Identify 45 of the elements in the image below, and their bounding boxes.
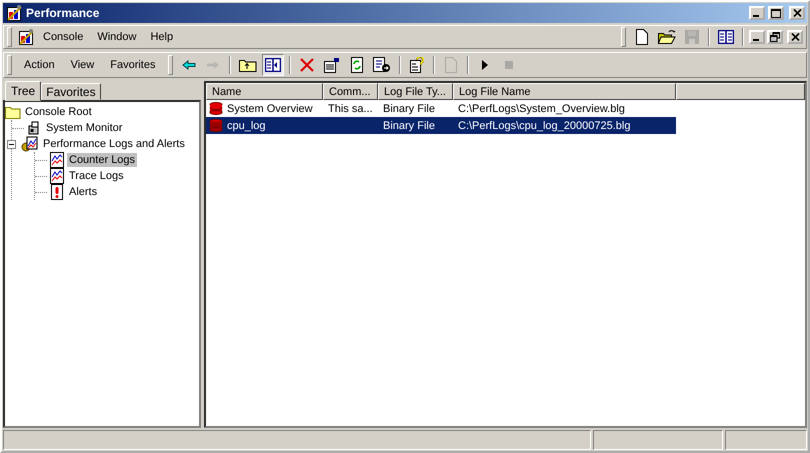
- window-title: Performance: [26, 6, 100, 20]
- column-header[interactable]: Log File Ty...: [378, 83, 453, 100]
- tab[interactable]: Tree: [5, 81, 42, 101]
- menu-item[interactable]: Favorites: [103, 57, 162, 73]
- menu-item[interactable]: View: [64, 57, 102, 73]
- menu-item[interactable]: Console: [37, 29, 90, 45]
- table-cell: This sa...: [327, 102, 374, 116]
- column-header[interactable]: Comm...: [323, 83, 378, 100]
- tree-item[interactable]: Alerts: [67, 185, 100, 199]
- app-icon: [5, 4, 23, 22]
- close-button[interactable]: [789, 6, 805, 20]
- list-item[interactable]: cpu_log: [226, 118, 267, 132]
- table-cell: Binary File: [382, 118, 436, 132]
- table-cell: C:\PerfLogs\System_Overview.blg: [457, 102, 626, 116]
- column-header[interactable]: Log File Name: [453, 83, 676, 100]
- maximize-icon: [771, 8, 781, 18]
- tree-item[interactable]: Counter Logs: [67, 153, 138, 167]
- table-cell: Binary File: [382, 102, 436, 116]
- tree-item[interactable]: System Monitor: [44, 121, 124, 135]
- maximize-button[interactable]: [768, 6, 784, 20]
- chart-log-icon: [49, 152, 65, 168]
- database-icon: [209, 119, 223, 132]
- console-icon: [17, 28, 35, 46]
- restore-button[interactable]: [767, 30, 783, 44]
- restore-icon: [770, 32, 780, 42]
- database-icon: [209, 102, 223, 115]
- table-cell: C:\PerfLogs\cpu_log_20000725.blg: [457, 118, 632, 132]
- minimize-button[interactable]: [749, 6, 765, 20]
- tree-item[interactable]: Trace Logs: [67, 169, 126, 183]
- menu-item[interactable]: Help: [144, 29, 180, 45]
- menu-item[interactable]: Action: [17, 57, 62, 73]
- tab[interactable]: Favorites: [41, 83, 101, 100]
- tree-item[interactable]: Console Root: [23, 105, 94, 119]
- close-icon: [792, 9, 802, 17]
- close-icon: [790, 33, 800, 41]
- menu-item[interactable]: Window: [91, 29, 142, 45]
- chart-log-icon: [49, 168, 65, 184]
- folder-icon: [5, 105, 21, 119]
- column-header[interactable]: Name: [206, 83, 323, 100]
- collapse-toggle[interactable]: [7, 140, 19, 148]
- alert-icon: [49, 184, 65, 200]
- close-button[interactable]: [787, 30, 803, 44]
- list-item[interactable]: System Overview: [226, 102, 314, 116]
- minimize-button[interactable]: [749, 30, 765, 44]
- tree-item[interactable]: Performance Logs and Alerts: [41, 137, 187, 151]
